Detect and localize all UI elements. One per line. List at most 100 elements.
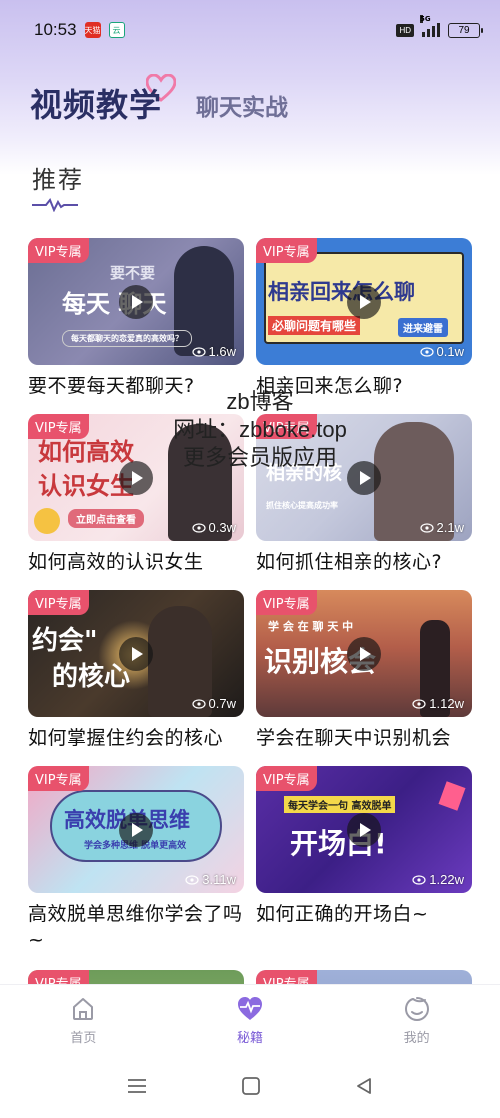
- thumb-text: 进来避雷: [398, 318, 448, 337]
- nav-item-mine[interactable]: 我的: [333, 985, 500, 1054]
- tab-video-teaching[interactable]: 视频教学: [30, 74, 177, 126]
- view-count: 3.11w: [185, 872, 236, 887]
- view-count-value: 1.12w: [429, 696, 464, 711]
- thumb-text: 每天都聊天的恋爱真的高效吗？: [62, 330, 192, 347]
- vip-badge: VIP专属: [28, 238, 89, 263]
- cloud-app-icon: 云: [108, 22, 125, 38]
- thumb-text: 每天学会一句 高效脱单: [284, 796, 396, 813]
- eye-icon: [185, 874, 199, 885]
- back-icon[interactable]: [354, 1076, 374, 1096]
- view-count-value: 0.7w: [208, 696, 236, 711]
- tmall-app-icon: 天猫: [84, 22, 101, 38]
- view-count-value: 2.1w: [436, 520, 464, 535]
- eye-icon: [412, 698, 426, 709]
- video-card[interactable]: 如何高效 认识女生 立即点击查看 VIP专属 0.3w 如何高效的认识女生: [28, 414, 244, 575]
- play-icon[interactable]: [347, 460, 381, 495]
- nav-label: 我的: [403, 1031, 430, 1046]
- video-card[interactable]: 相亲的核 抓住核心提高成功率 VIP专属 2.1w 如何抓住相亲的核心?: [256, 414, 472, 575]
- play-icon[interactable]: [119, 812, 153, 847]
- thumb-text: 学 会 在 聊 天 中: [268, 620, 354, 633]
- video-thumbnail[interactable]: 相亲回来怎么聊 必聊问题有哪些 进来避雷 VIP专属 0.1w: [256, 238, 472, 365]
- network-label: 5G: [420, 15, 431, 23]
- view-count: 1.6w: [191, 344, 236, 359]
- video-thumbnail[interactable]: 约会" 的核心 VIP专属 0.7w: [28, 590, 244, 717]
- eye-icon: [412, 874, 426, 885]
- view-count-value: 0.1w: [436, 344, 464, 359]
- eye-icon: [191, 346, 206, 357]
- battery-icon: 79: [448, 22, 483, 38]
- view-count-value: 1.22w: [429, 872, 464, 887]
- thumb-text: 抓住核心提高成功率: [266, 501, 338, 510]
- heart-pulse-icon: [238, 997, 262, 1020]
- video-title[interactable]: 如何正确的开场白~: [256, 901, 472, 927]
- play-icon[interactable]: [119, 636, 153, 671]
- nav-item-home[interactable]: 首页: [0, 985, 167, 1054]
- nav-item-secrets[interactable]: 秘籍: [167, 985, 334, 1054]
- thumb-text: 相亲回来怎么聊: [268, 280, 415, 304]
- video-card[interactable]: 每天学会一句 高效脱单 开场白! VIP专属 1.22w 如何正确的开场白~: [256, 766, 472, 927]
- home-square-icon[interactable]: [241, 1076, 261, 1096]
- battery-level: 79: [458, 24, 470, 36]
- view-count-value: 0.3w: [208, 520, 236, 535]
- video-card[interactable]: 学 会 在 聊 天 中 识别核会 VIP专属 1.12w 学会在聊天中识别机会: [256, 590, 472, 751]
- eye-icon: [191, 522, 206, 533]
- vip-badge: VIP专属: [28, 414, 89, 439]
- thumb-text: 的核心: [52, 662, 131, 692]
- video-title[interactable]: 如何抓住相亲的核心?: [256, 549, 472, 575]
- play-icon[interactable]: [119, 284, 153, 319]
- video-thumbnail[interactable]: 学 会 在 聊 天 中 识别核会 VIP专属 1.12w: [256, 590, 472, 717]
- hd-icon: HD: [396, 23, 414, 37]
- video-title[interactable]: 要不要每天都聊天?: [28, 373, 244, 399]
- video-thumbnail[interactable]: 高效脱单思维 学会多种思维 脱单更高效 VIP专属 3.11w: [28, 766, 244, 893]
- bottom-nav: 首页 秘籍 我的: [0, 984, 500, 1054]
- video-thumbnail[interactable]: 要不要 每天 聊天 每天都聊天的恋爱真的高效吗？ VIP专属 1.6w: [28, 238, 244, 365]
- eye-icon: [419, 522, 434, 533]
- play-icon[interactable]: [347, 812, 381, 847]
- video-title[interactable]: 学会在聊天中识别机会: [256, 725, 472, 751]
- vip-badge: VIP专属: [256, 238, 317, 263]
- video-title[interactable]: 相亲回来怎么聊?: [256, 373, 472, 399]
- video-thumbnail[interactable]: 相亲的核 抓住核心提高成功率 VIP专属 2.1w: [256, 414, 472, 541]
- view-count: 0.3w: [191, 520, 236, 535]
- view-count: 1.12w: [412, 696, 464, 711]
- vip-badge: VIP专属: [28, 766, 89, 791]
- status-time: 10:53: [34, 20, 77, 39]
- status-bar: 10:53 天猫 云 HD 5G 79: [0, 0, 500, 60]
- thumb-text: 要不要: [110, 264, 156, 282]
- signal-icon: 5G: [420, 15, 440, 37]
- vip-badge: VIP专属: [28, 590, 89, 615]
- thumb-text: 必聊问题有哪些: [268, 316, 361, 335]
- thumb-text: 立即点击查看: [68, 509, 144, 528]
- video-title[interactable]: 如何掌握住约会的核心: [28, 725, 244, 751]
- play-icon[interactable]: [119, 460, 153, 495]
- thumb-text: 相亲的核: [266, 462, 343, 484]
- play-icon[interactable]: [347, 284, 381, 319]
- tab-chat-practice[interactable]: 聊天实战: [196, 88, 288, 122]
- video-card[interactable]: 要不要 每天 聊天 每天都聊天的恋爱真的高效吗？ VIP专属 1.6w 要不要每…: [28, 238, 244, 399]
- view-count: 1.22w: [412, 872, 464, 887]
- nav-label: 秘籍: [237, 1031, 264, 1046]
- emoji-icon: [34, 508, 60, 534]
- menu-icon[interactable]: [126, 1077, 148, 1095]
- view-count: 0.7w: [191, 696, 236, 711]
- video-card[interactable]: 相亲回来怎么聊 必聊问题有哪些 进来避雷 VIP专属 0.1w 相亲回来怎么聊?: [256, 238, 472, 399]
- header-tabs: 视频教学 聊天实战: [30, 74, 288, 126]
- video-card[interactable]: 约会" 的核心 VIP专属 0.7w 如何掌握住约会的核心: [28, 590, 244, 751]
- system-nav-bar: [0, 1054, 500, 1118]
- view-count-value: 3.11w: [202, 872, 236, 887]
- video-title[interactable]: 高效脱单思维你学会了吗~: [28, 901, 244, 953]
- play-icon[interactable]: [347, 636, 381, 671]
- video-thumbnail[interactable]: 如何高效 认识女生 立即点击查看 VIP专属 0.3w: [28, 414, 244, 541]
- vip-badge: VIP专属: [256, 414, 317, 439]
- eye-icon: [419, 346, 434, 357]
- video-card[interactable]: 高效脱单思维 学会多种思维 脱单更高效 VIP专属 3.11w 高效脱单思维你学…: [28, 766, 244, 953]
- megaphone-icon: [438, 781, 466, 811]
- video-thumbnail[interactable]: 每天学会一句 高效脱单 开场白! VIP专属 1.22w: [256, 766, 472, 893]
- home-icon: [73, 998, 94, 1020]
- section-title: 推荐: [32, 166, 84, 194]
- eye-icon: [191, 698, 206, 709]
- view-count: 2.1w: [419, 520, 464, 535]
- vip-badge: VIP专属: [256, 766, 317, 791]
- video-title[interactable]: 如何高效的认识女生: [28, 549, 244, 575]
- thumb-text: 约会": [32, 626, 98, 656]
